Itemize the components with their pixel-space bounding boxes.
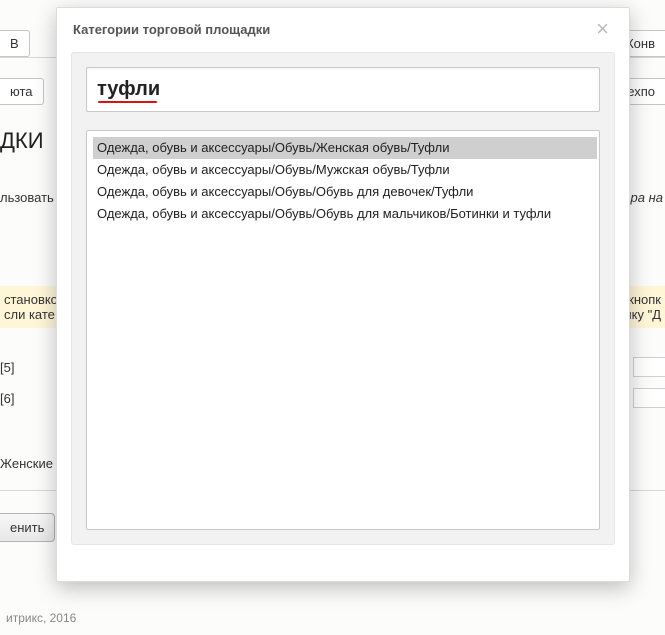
bg-hint-line: становко — [4, 292, 58, 307]
result-item[interactable]: Одежда, обувь и аксессуары/Обувь/Обувь д… — [93, 181, 597, 203]
bg-heading-fragment: ДКИ — [0, 128, 44, 154]
bg-text-fragment: льзовать — [0, 190, 54, 205]
modal-panel: Одежда, обувь и аксессуары/Обувь/Женская… — [71, 52, 615, 545]
bg-text-fragment: [5] — [0, 360, 14, 375]
bg-field-fragment — [633, 388, 665, 408]
bg-tab-fragment: В — [0, 30, 30, 57]
modal-body: Одежда, обувь и аксессуары/Обувь/Женская… — [57, 52, 629, 559]
bg-tab-fragment: юта — [0, 78, 44, 105]
category-modal: Категории торговой площадки × Одежда, об… — [56, 7, 630, 582]
category-search-input[interactable] — [86, 67, 600, 112]
bg-field-fragment — [633, 357, 665, 377]
bg-text-fragment: [6] — [0, 391, 14, 406]
results-list[interactable]: Одежда, обувь и аксессуары/Обувь/Женская… — [86, 130, 600, 530]
result-item[interactable]: Одежда, обувь и аксессуары/Обувь/Мужская… — [93, 159, 597, 181]
result-item[interactable]: Одежда, обувь и аксессуары/Обувь/Женская… — [93, 137, 597, 159]
bg-text-fragment: Женские [ — [0, 456, 60, 471]
close-button[interactable]: × — [592, 20, 613, 38]
bg-hint-fragment: становко сли кате — [0, 286, 62, 328]
bg-hint-line: сли кате — [4, 307, 58, 322]
bg-footer-text: итрикс, 2016 — [6, 611, 76, 625]
result-item[interactable]: Одежда, обувь и аксессуары/Обувь/Обувь д… — [93, 203, 597, 225]
modal-header: Категории торговой площадки × — [57, 8, 629, 52]
bg-button-fragment: енить — [0, 513, 55, 542]
modal-title: Категории торговой площадки — [73, 22, 270, 37]
